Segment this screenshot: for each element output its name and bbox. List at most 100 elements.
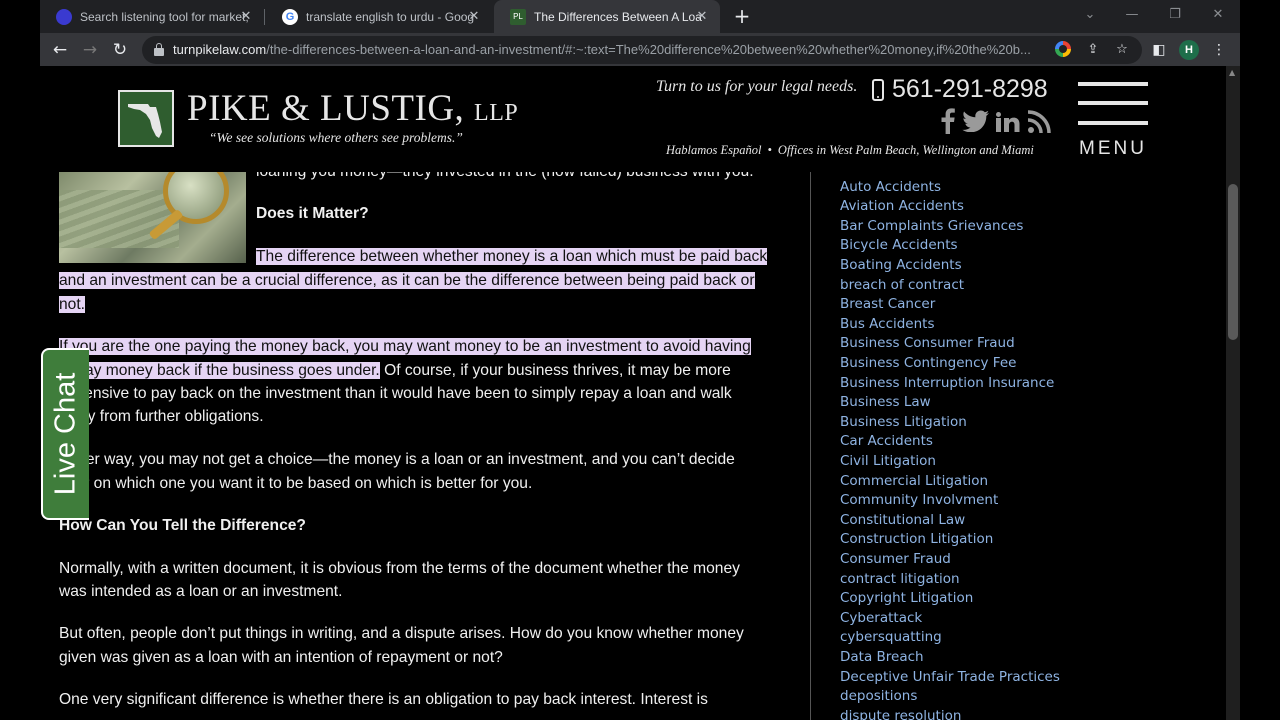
- google-favicon: G: [282, 8, 298, 25]
- para2-line4: away from further obligations.: [59, 408, 264, 425]
- linkedin-icon[interactable]: [996, 112, 1020, 138]
- sidebar-link[interactable]: contract litigation: [840, 571, 960, 587]
- address-bar[interactable]: turnpikelaw.com/the-differences-between-…: [142, 36, 1142, 64]
- sidebar-link[interactable]: Boating Accidents: [840, 257, 962, 273]
- screen-border-right: [1240, 0, 1280, 720]
- phone-number[interactable]: 561-291-8298: [892, 75, 1048, 104]
- sidebar-link[interactable]: Business Law: [840, 394, 931, 410]
- screen-border-left: [0, 0, 40, 720]
- sidebar-link[interactable]: Cyberattack: [840, 610, 922, 626]
- sidebar-link[interactable]: Business Interruption Insurance: [840, 375, 1054, 391]
- firm-slogan: “We see solutions where others see probl…: [209, 130, 463, 145]
- lock-icon[interactable]: [154, 43, 164, 56]
- close-window-icon[interactable]: ✕: [1208, 5, 1228, 25]
- live-chat-button[interactable]: Live Chat: [41, 348, 89, 520]
- para2-line2: to pay money back if the business goes u…: [59, 359, 731, 383]
- sidebar-link[interactable]: Consumer Fraud: [840, 551, 951, 567]
- new-tab-button[interactable]: +: [732, 6, 752, 26]
- sidebar-link[interactable]: Construction Litigation: [840, 531, 993, 547]
- para4-line2: was intended as a loan or an investment.: [59, 583, 343, 600]
- tab-translate[interactable]: G translate english to urdu - Googl ✕: [266, 0, 492, 33]
- sidebar-link[interactable]: Data Breach: [840, 649, 924, 665]
- sidebar-link[interactable]: dispute resolution: [840, 708, 961, 720]
- sidebar-link[interactable]: Community Involvment: [840, 492, 998, 508]
- sidebar-link[interactable]: Business Litigation: [840, 414, 967, 430]
- sidebar-divider: [810, 172, 811, 720]
- page-scrollbar[interactable]: ▲: [1226, 66, 1240, 720]
- reload-icon[interactable]: ↻: [109, 39, 131, 61]
- menu-label: MENU: [1079, 138, 1147, 159]
- url-path: /the-differences-between-a-loan-and-an-i…: [266, 42, 1031, 57]
- sidebar-link[interactable]: Bicycle Accidents: [840, 237, 958, 253]
- offices-text: Offices in West Palm Beach, Wellington a…: [777, 143, 1034, 157]
- rss-icon[interactable]: [1027, 110, 1051, 136]
- sidebar-link[interactable]: cybersquatting: [840, 629, 942, 645]
- tab-search-listening[interactable]: Search listening tool for market, c ✕: [40, 0, 265, 33]
- sidebar-link[interactable]: Constitutional Law: [840, 512, 965, 528]
- sidebar-link[interactable]: Aviation Accidents: [840, 198, 964, 214]
- url-host: turnpikelaw.com: [173, 42, 267, 57]
- share-icon[interactable]: ⇪: [1084, 41, 1102, 59]
- highlighted-text: The difference between whether money is …: [256, 248, 768, 265]
- sidebar-link[interactable]: depositions: [840, 688, 917, 704]
- para2-line2-rest: Of course, if your business thrives, it …: [379, 362, 731, 379]
- facebook-icon[interactable]: [940, 108, 956, 134]
- scrollbar-thumb[interactable]: [1228, 184, 1238, 340]
- sidebar-link[interactable]: Business Contingency Fee: [840, 355, 1016, 371]
- highlighted-text: not.: [59, 296, 86, 313]
- sidebar-link[interactable]: Car Accidents: [840, 433, 933, 449]
- heading-tell-difference: How Can You Tell the Difference?: [59, 517, 306, 534]
- sidebar-link[interactable]: Civil Litigation: [840, 453, 936, 469]
- header-offices: Hablamos Español • Offices in West Palm Be…: [666, 143, 1034, 158]
- sidebar-link[interactable]: Auto Accidents: [840, 179, 941, 195]
- sidebar-link[interactable]: Business Consumer Fraud: [840, 335, 1015, 351]
- phone-icon: [872, 79, 884, 101]
- sidebar-link[interactable]: breach of contract: [840, 277, 964, 293]
- restore-icon[interactable]: ❐: [1165, 5, 1185, 25]
- para5-line2: given was given as a loan with an intent…: [59, 649, 503, 666]
- tab-differences-loan[interactable]: PL The Differences Between A Loan ✕: [494, 0, 720, 33]
- sidebar-link[interactable]: Breast Cancer: [840, 296, 935, 312]
- para3-line1: Either way, you may not get a choice—the…: [59, 451, 735, 468]
- sidebar-link[interactable]: Commercial Litigation: [840, 473, 988, 489]
- tab-separator: [264, 9, 265, 25]
- url-text[interactable]: turnpikelaw.com/the-differences-between-…: [173, 42, 1045, 57]
- para2-line3: expensive to pay back on the investment …: [59, 385, 732, 402]
- para6-line1: One very significant difference is wheth…: [59, 691, 708, 708]
- live-chat-label: Live Chat: [49, 372, 82, 496]
- highlighted-text: If you are the one paying the money back…: [59, 338, 751, 355]
- minimize-icon[interactable]: —: [1122, 5, 1142, 25]
- side-panel-icon[interactable]: ◧: [1148, 39, 1170, 61]
- scroll-up-arrow-icon[interactable]: ▲: [1229, 68, 1235, 77]
- browser-window: Search listening tool for market, c ✕ G …: [40, 0, 1240, 720]
- sidebar-link[interactable]: Bus Accidents: [840, 316, 935, 332]
- firm-suffix: LLP: [474, 100, 519, 126]
- highlighted-text: and an investment can be a crucial diffe…: [59, 272, 755, 289]
- close-tab-icon[interactable]: ✕: [694, 8, 710, 24]
- firm-name[interactable]: PIKE & LUSTIG, LLP: [187, 87, 518, 130]
- twitter-icon[interactable]: [962, 110, 990, 136]
- para1-line1: The difference between whether money is …: [256, 245, 768, 269]
- pike-lustig-favicon: PL: [510, 8, 526, 25]
- more-menu-icon[interactable]: ⋮: [1208, 39, 1230, 61]
- back-arrow-icon[interactable]: ←: [49, 39, 71, 61]
- search-listening-favicon: [56, 8, 72, 25]
- menu-button[interactable]: MENU: [1078, 82, 1148, 162]
- google-lens-icon[interactable]: [1054, 41, 1072, 59]
- close-tab-icon[interactable]: ✕: [466, 8, 482, 24]
- tab-title: translate english to urdu - Googl: [306, 9, 474, 24]
- bullet-separator: •: [767, 143, 772, 157]
- florida-logo-icon[interactable]: [118, 90, 174, 147]
- para5-line1: But often, people don’t put things in wr…: [59, 625, 744, 642]
- sidebar-link[interactable]: Bar Complaints Grievances: [840, 218, 1023, 234]
- tab-search-chevron-icon[interactable]: ⌄: [1080, 5, 1100, 25]
- site-header: PIKE & LUSTIG, LLP “We see solutions whe…: [40, 66, 1226, 172]
- sidebar-link[interactable]: Deceptive Unfair Trade Practices: [840, 669, 1060, 685]
- spanish-link[interactable]: Hablamos Español: [666, 143, 762, 157]
- bookmark-star-icon[interactable]: ☆: [1113, 41, 1131, 59]
- profile-avatar[interactable]: H: [1179, 40, 1199, 60]
- sidebar-link[interactable]: Copyright Litigation: [840, 590, 973, 606]
- forward-arrow-icon[interactable]: →: [79, 39, 101, 61]
- browser-toolbar: ← → ↻ turnpikelaw.com/the-differences-be…: [40, 33, 1240, 66]
- close-tab-icon[interactable]: ✕: [238, 8, 254, 24]
